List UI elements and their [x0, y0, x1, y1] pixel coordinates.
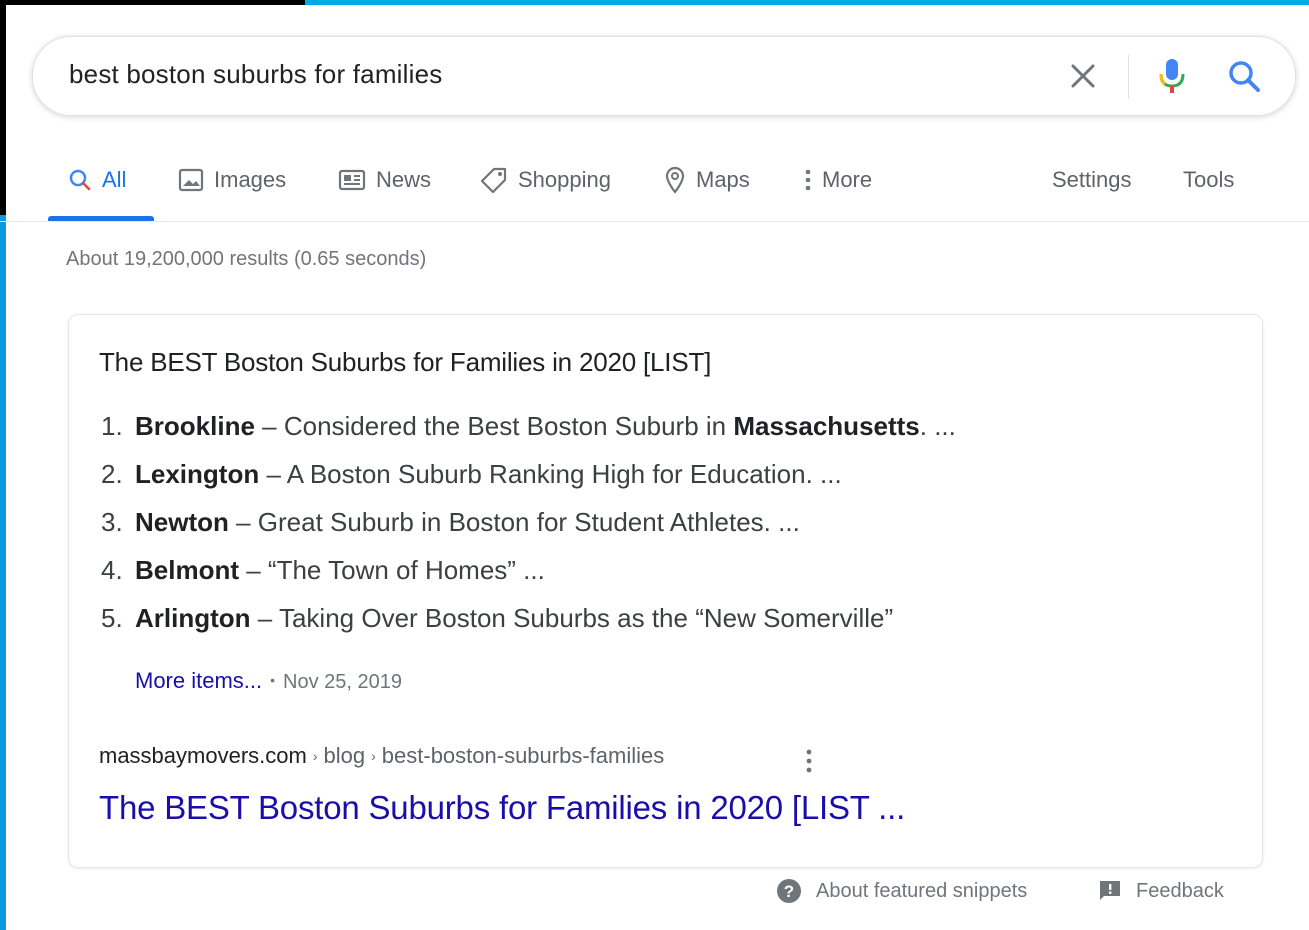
snippet-date: Nov 25, 2019	[283, 671, 403, 693]
breadcrumb-separator: ›	[371, 748, 376, 764]
snippet-title: The BEST Boston Suburbs for Families in …	[99, 347, 712, 377]
close-icon[interactable]	[1068, 61, 1098, 91]
settings-link[interactable]: Settings	[1052, 158, 1132, 202]
vertical-dots-icon	[805, 169, 811, 191]
search-results-page: best boston suburbs for families All Ima…	[0, 0, 1309, 930]
tab-label: Images	[214, 167, 287, 192]
list-item-name: Newton	[135, 507, 229, 537]
image-icon	[178, 168, 204, 192]
snippet-list: 1. Brookline – Considered the Best Boston…	[101, 411, 956, 651]
list-item-bold: Massachusetts	[733, 411, 920, 441]
newspaper-icon	[338, 169, 366, 191]
tools-link[interactable]: Tools	[1183, 158, 1234, 202]
list-item-name: Brookline	[135, 411, 255, 441]
list-item-name: Arlington	[135, 603, 251, 633]
feedback-icon	[1100, 881, 1120, 900]
map-pin-icon	[665, 166, 685, 194]
frame-border-left-dark	[0, 0, 6, 215]
breadcrumb-item: best-boston-suburbs-families	[381, 743, 665, 768]
result-stats: About 19,200,000 results (0.65 seconds)	[66, 248, 427, 270]
featured-snippet: The BEST Boston Suburbs for Families in …	[68, 314, 1263, 868]
result-title-link[interactable]: The BEST Boston Suburbs for Families in …	[99, 789, 905, 827]
tag-icon	[480, 167, 507, 194]
breadcrumb-separator: ›	[312, 748, 318, 764]
breadcrumb-item: blog	[323, 743, 366, 768]
tab-news[interactable]: News	[338, 158, 431, 202]
tabs-divider	[0, 221, 1309, 222]
list-number: 2.	[101, 459, 123, 489]
result-menu-icon[interactable]	[803, 747, 815, 775]
list-item-name: Lexington	[135, 459, 260, 489]
microphone-icon[interactable]	[1155, 57, 1189, 95]
search-icon	[69, 169, 91, 191]
list-item: 3. Newton – Great Suburb in Boston for St…	[101, 507, 956, 555]
list-item-text: – Considered the Best Boston Suburb in	[254, 411, 734, 441]
result-site: massbaymovers.com	[99, 743, 307, 768]
tab-more[interactable]: More	[804, 158, 872, 202]
feedback-label: Feedback	[1136, 879, 1224, 902]
separator-dot: •	[270, 672, 276, 688]
tab-label: More	[822, 167, 873, 192]
list-item-text: – Taking Over Boston Suburbs as the “New…	[250, 603, 894, 633]
tab-label: Maps	[696, 167, 750, 192]
list-item: 2. Lexington – A Boston Suburb Ranking Hi…	[101, 459, 956, 507]
search-icon[interactable]	[1227, 59, 1261, 93]
search-box[interactable]: best boston suburbs for families	[32, 36, 1296, 116]
list-item-text: – “The Town of Homes” ...	[239, 555, 545, 585]
tab-label: All	[102, 167, 127, 192]
tab-label: News	[376, 167, 432, 192]
about-snippets-link[interactable]: ? About featured snippets	[776, 873, 1027, 909]
frame-border-top-dark	[0, 0, 305, 5]
about-snippets-label: About featured snippets	[816, 879, 1028, 902]
list-number: 3.	[101, 507, 123, 537]
list-item-text: – A Boston Suburb Ranking High for Educa…	[259, 459, 842, 489]
search-input[interactable]: best boston suburbs for families	[69, 59, 442, 90]
tab-label: Shopping	[518, 167, 611, 192]
more-items-line: More items... • Nov 25, 2019	[135, 668, 402, 694]
tab-maps[interactable]: Maps	[664, 158, 750, 202]
list-number: 1.	[101, 411, 123, 441]
list-item: 5. Arlington – Taking Over Boston Suburbs…	[101, 603, 956, 651]
tab-images[interactable]: Images	[178, 158, 286, 202]
search-tabs: All Images News Shopping Maps More Setti…	[48, 158, 1309, 222]
result-url: massbaymovers.com › blog › best-boston-s…	[99, 743, 664, 769]
search-box-divider	[1128, 55, 1129, 99]
feedback-link[interactable]: Feedback	[1098, 873, 1224, 909]
list-number: 5.	[101, 603, 123, 633]
list-item-text: – Great Suburb in Boston for Student Ath…	[228, 507, 800, 537]
more-items-link[interactable]: More items...	[135, 668, 262, 693]
list-item: 4. Belmont – “The Town of Homes” ...	[101, 555, 956, 603]
list-item-suffix: . ...	[919, 411, 956, 441]
list-number: 4.	[101, 555, 123, 585]
list-item: 1. Brookline – Considered the Best Boston…	[101, 411, 956, 459]
list-item-name: Belmont	[135, 555, 239, 585]
tab-shopping[interactable]: Shopping	[480, 158, 611, 202]
help-icon: ?	[777, 879, 801, 903]
tab-all[interactable]: All	[68, 158, 126, 202]
svg-text:?: ?	[784, 882, 794, 901]
